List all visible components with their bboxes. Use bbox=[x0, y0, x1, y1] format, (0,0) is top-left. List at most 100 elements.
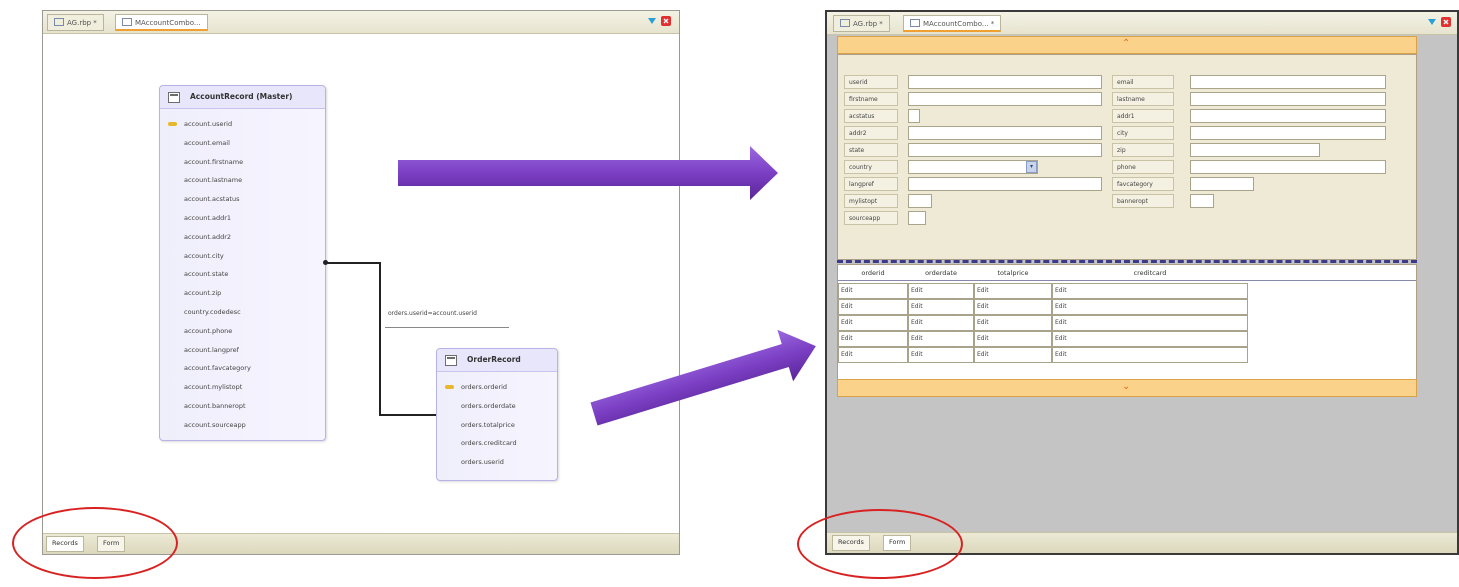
form-input[interactable] bbox=[1190, 194, 1214, 208]
dropdown-arrow-icon[interactable]: ▾ bbox=[1026, 161, 1037, 173]
field-name: account.firstname bbox=[184, 157, 244, 166]
entity-field[interactable]: account.city bbox=[160, 247, 325, 266]
key-icon bbox=[168, 122, 177, 126]
form-label: langpref bbox=[844, 177, 898, 191]
chevron-down-icon[interactable]: ⌄ bbox=[1122, 381, 1130, 392]
tab-ag-rbp[interactable]: AG.rbp * bbox=[833, 15, 890, 32]
editor-tabbar: AG.rbp * MAccountCombo... bbox=[43, 11, 679, 34]
grid-cell[interactable]: Edit bbox=[1052, 347, 1248, 363]
field-name: account.lastname bbox=[184, 176, 243, 185]
grid-cell[interactable]: Edit bbox=[1052, 299, 1248, 315]
grid-cell[interactable]: Edit bbox=[838, 299, 908, 315]
form-input[interactable] bbox=[908, 194, 932, 208]
form-label: addr2 bbox=[844, 126, 898, 140]
grid-cell[interactable]: Edit bbox=[838, 347, 908, 363]
close-icon[interactable] bbox=[1441, 17, 1451, 27]
entity-field[interactable]: account.firstname bbox=[160, 153, 325, 172]
entity-field[interactable]: account.mylistopt bbox=[160, 378, 325, 397]
form-input[interactable] bbox=[1190, 160, 1386, 174]
minimize-icon[interactable] bbox=[647, 16, 657, 26]
form-label: email bbox=[1112, 75, 1174, 89]
entity-field[interactable]: account.langpref bbox=[160, 341, 325, 360]
entity-field[interactable]: account.acstatus bbox=[160, 190, 325, 209]
records-window: AG.rbp * MAccountCombo... AccountRecord … bbox=[42, 10, 680, 555]
entity-field[interactable]: orders.userid bbox=[437, 453, 557, 472]
section-divider[interactable] bbox=[837, 260, 1417, 263]
entity-field[interactable]: orders.totalprice bbox=[437, 416, 557, 435]
collapse-bar-top[interactable]: ⌃ bbox=[837, 36, 1417, 54]
grid-cell[interactable]: Edit bbox=[974, 283, 1052, 299]
grid-cell[interactable]: Edit bbox=[974, 315, 1052, 331]
form-input[interactable] bbox=[1190, 75, 1386, 89]
form-input[interactable] bbox=[908, 109, 920, 123]
entity-field[interactable]: account.sourceapp bbox=[160, 416, 325, 435]
grid-column-header[interactable]: totalprice bbox=[974, 267, 1052, 280]
entity-field[interactable]: account.lastname bbox=[160, 171, 325, 190]
field-name: account.state bbox=[184, 270, 229, 279]
relation-dot bbox=[323, 260, 328, 265]
grid-cell[interactable]: Edit bbox=[908, 315, 974, 331]
entity-field[interactable]: account.addr1 bbox=[160, 209, 325, 228]
grid-cell[interactable]: Edit bbox=[838, 283, 908, 299]
entity-field[interactable]: account.zip bbox=[160, 284, 325, 303]
tab-maccountcombo[interactable]: MAccountCombo... * bbox=[903, 15, 1002, 32]
grid-cell[interactable]: Edit bbox=[974, 299, 1052, 315]
form-input[interactable] bbox=[908, 177, 1102, 191]
field-name: orders.orderid bbox=[461, 383, 508, 391]
grid-header-divider bbox=[838, 280, 1416, 281]
entity-field[interactable]: account.userid bbox=[160, 115, 325, 134]
tab-maccountcombo[interactable]: MAccountCombo... bbox=[115, 14, 208, 31]
close-icon[interactable] bbox=[661, 16, 671, 26]
grid-cell[interactable]: Edit bbox=[974, 331, 1052, 347]
grid-cell[interactable]: Edit bbox=[1052, 331, 1248, 347]
form-input[interactable] bbox=[908, 126, 1102, 140]
form-input[interactable] bbox=[1190, 143, 1320, 157]
entity-field[interactable]: orders.orderdate bbox=[437, 397, 557, 416]
grid-column-header[interactable]: creditcard bbox=[1052, 267, 1248, 280]
order-record-entity[interactable]: OrderRecord orders.orderid orders.orderda… bbox=[436, 348, 558, 481]
tab-ag-rbp[interactable]: AG.rbp * bbox=[47, 14, 104, 31]
grid-cell[interactable]: Edit bbox=[908, 299, 974, 315]
form-input[interactable] bbox=[908, 92, 1102, 106]
entity-field[interactable]: account.addr2 bbox=[160, 228, 325, 247]
minimize-icon[interactable] bbox=[1427, 17, 1437, 27]
collapse-bar-bottom[interactable]: ⌄ bbox=[837, 379, 1417, 397]
grid-cell[interactable]: Edit bbox=[1052, 283, 1248, 299]
field-name: account.favcategory bbox=[184, 364, 251, 373]
grid-cell[interactable]: Edit bbox=[838, 331, 908, 347]
entity-field[interactable]: account.state bbox=[160, 265, 325, 284]
entity-field[interactable]: account.favcategory bbox=[160, 359, 325, 378]
field-name: orders.totalprice bbox=[461, 420, 515, 429]
grid-cell[interactable]: Edit bbox=[908, 347, 974, 363]
entity-field[interactable]: country.codedesc bbox=[160, 303, 325, 322]
chevron-up-icon[interactable]: ⌃ bbox=[1122, 38, 1130, 49]
detail-grid-panel: orderid orderdate totalprice creditcard Edit… bbox=[837, 264, 1417, 381]
entity-field[interactable]: account.phone bbox=[160, 322, 325, 341]
form-input[interactable] bbox=[1190, 109, 1386, 123]
form-input[interactable] bbox=[1190, 177, 1254, 191]
relation-underline bbox=[385, 327, 509, 328]
field-name: account.zip bbox=[184, 289, 222, 298]
field-name: orders.userid bbox=[461, 458, 504, 467]
grid-column-header[interactable]: orderdate bbox=[908, 267, 974, 280]
form-input[interactable] bbox=[1190, 92, 1386, 106]
grid-cell[interactable]: Edit bbox=[838, 315, 908, 331]
grid-cell[interactable]: Edit bbox=[1052, 315, 1248, 331]
form-input[interactable] bbox=[908, 211, 926, 225]
grid-cell[interactable]: Edit bbox=[974, 347, 1052, 363]
form-input[interactable] bbox=[908, 143, 1102, 157]
form-label: sourceapp bbox=[844, 211, 898, 225]
entity-field[interactable]: orders.creditcard bbox=[437, 434, 557, 453]
entity-field[interactable]: orders.orderid bbox=[437, 378, 557, 397]
entity-field[interactable]: account.email bbox=[160, 134, 325, 153]
field-name: account.phone bbox=[184, 326, 233, 335]
form-input[interactable] bbox=[1190, 126, 1386, 140]
grid-cell[interactable]: Edit bbox=[908, 283, 974, 299]
entity-field[interactable]: account.banneropt bbox=[160, 397, 325, 416]
grid-column-header[interactable]: orderid bbox=[838, 267, 908, 280]
grid-cell[interactable]: Edit bbox=[908, 331, 974, 347]
form-input[interactable] bbox=[908, 75, 1102, 89]
order-entity-title: OrderRecord bbox=[437, 349, 557, 372]
form-input[interactable] bbox=[908, 160, 1038, 174]
account-record-entity[interactable]: AccountRecord (Master) account.userid acc… bbox=[159, 85, 326, 441]
